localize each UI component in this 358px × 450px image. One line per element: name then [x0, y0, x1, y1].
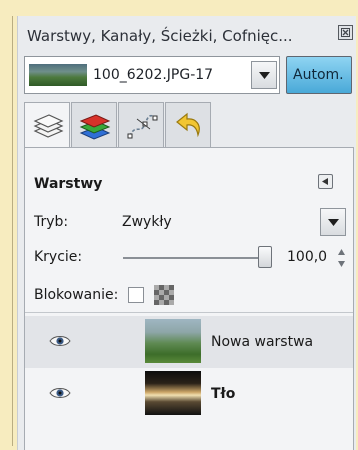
opacity-label: Krycie:	[34, 249, 83, 265]
panel-title: Warstwy	[34, 176, 103, 192]
eye-icon[interactable]	[49, 334, 71, 348]
chevron-down-icon	[259, 72, 270, 79]
tab-channels[interactable]	[71, 102, 117, 148]
tab-layers[interactable]	[24, 102, 70, 149]
eye-icon[interactable]	[49, 386, 71, 400]
dock-title: Warstwy, Kanały, Ścieżki, Cofnięc...	[27, 27, 293, 45]
auto-button[interactable]: Autom.	[286, 56, 352, 94]
layers-icon	[33, 114, 64, 138]
image-thumbnail	[29, 64, 87, 86]
lock-alpha-checkerboard-icon[interactable]	[154, 285, 174, 305]
dock-titlebar: Warstwy, Kanały, Ścieżki, Cofnięc...	[17, 16, 355, 50]
dock-tabs	[24, 102, 354, 149]
panel-menu-button[interactable]	[318, 174, 333, 189]
lock-pixels-checkbox[interactable]	[128, 287, 144, 303]
opacity-slider-handle[interactable]	[258, 246, 272, 268]
auto-button-label: Autom.	[293, 67, 344, 83]
opacity-value[interactable]: 100,0	[287, 249, 327, 265]
chevron-down-icon	[328, 219, 339, 226]
mode-label: Tryb:	[34, 214, 69, 230]
channels-icon	[79, 114, 111, 140]
close-button[interactable]	[338, 25, 353, 40]
mode-dropdown[interactable]	[320, 208, 346, 236]
lock-label: Blokowanie:	[34, 287, 119, 303]
layer-thumbnail	[145, 319, 201, 363]
separator	[25, 312, 353, 313]
paths-icon	[127, 114, 158, 139]
opacity-spinner[interactable]	[337, 247, 346, 269]
layer-name[interactable]: Nowa warstwa	[211, 334, 313, 350]
undo-history-icon	[176, 112, 200, 138]
opacity-slider-track[interactable]	[123, 257, 265, 259]
image-selector[interactable]: 100_6202.JPG-17	[24, 56, 280, 94]
triangle-left-icon	[322, 178, 328, 185]
layer-row[interactable]: Nowa warstwa	[25, 316, 353, 368]
layer-name[interactable]: Tło	[211, 386, 235, 402]
image-selector-dropdown[interactable]	[251, 61, 277, 89]
layer-thumbnail	[145, 371, 201, 415]
mode-value[interactable]: Zwykły	[122, 214, 172, 230]
close-icon	[341, 28, 350, 37]
layer-row[interactable]: Tło	[25, 368, 353, 420]
image-selector-value: 100_6202.JPG-17	[93, 67, 214, 83]
spin-arrows-icon	[338, 249, 345, 267]
tab-undo-history[interactable]	[165, 102, 211, 148]
tab-paths[interactable]	[118, 102, 164, 148]
